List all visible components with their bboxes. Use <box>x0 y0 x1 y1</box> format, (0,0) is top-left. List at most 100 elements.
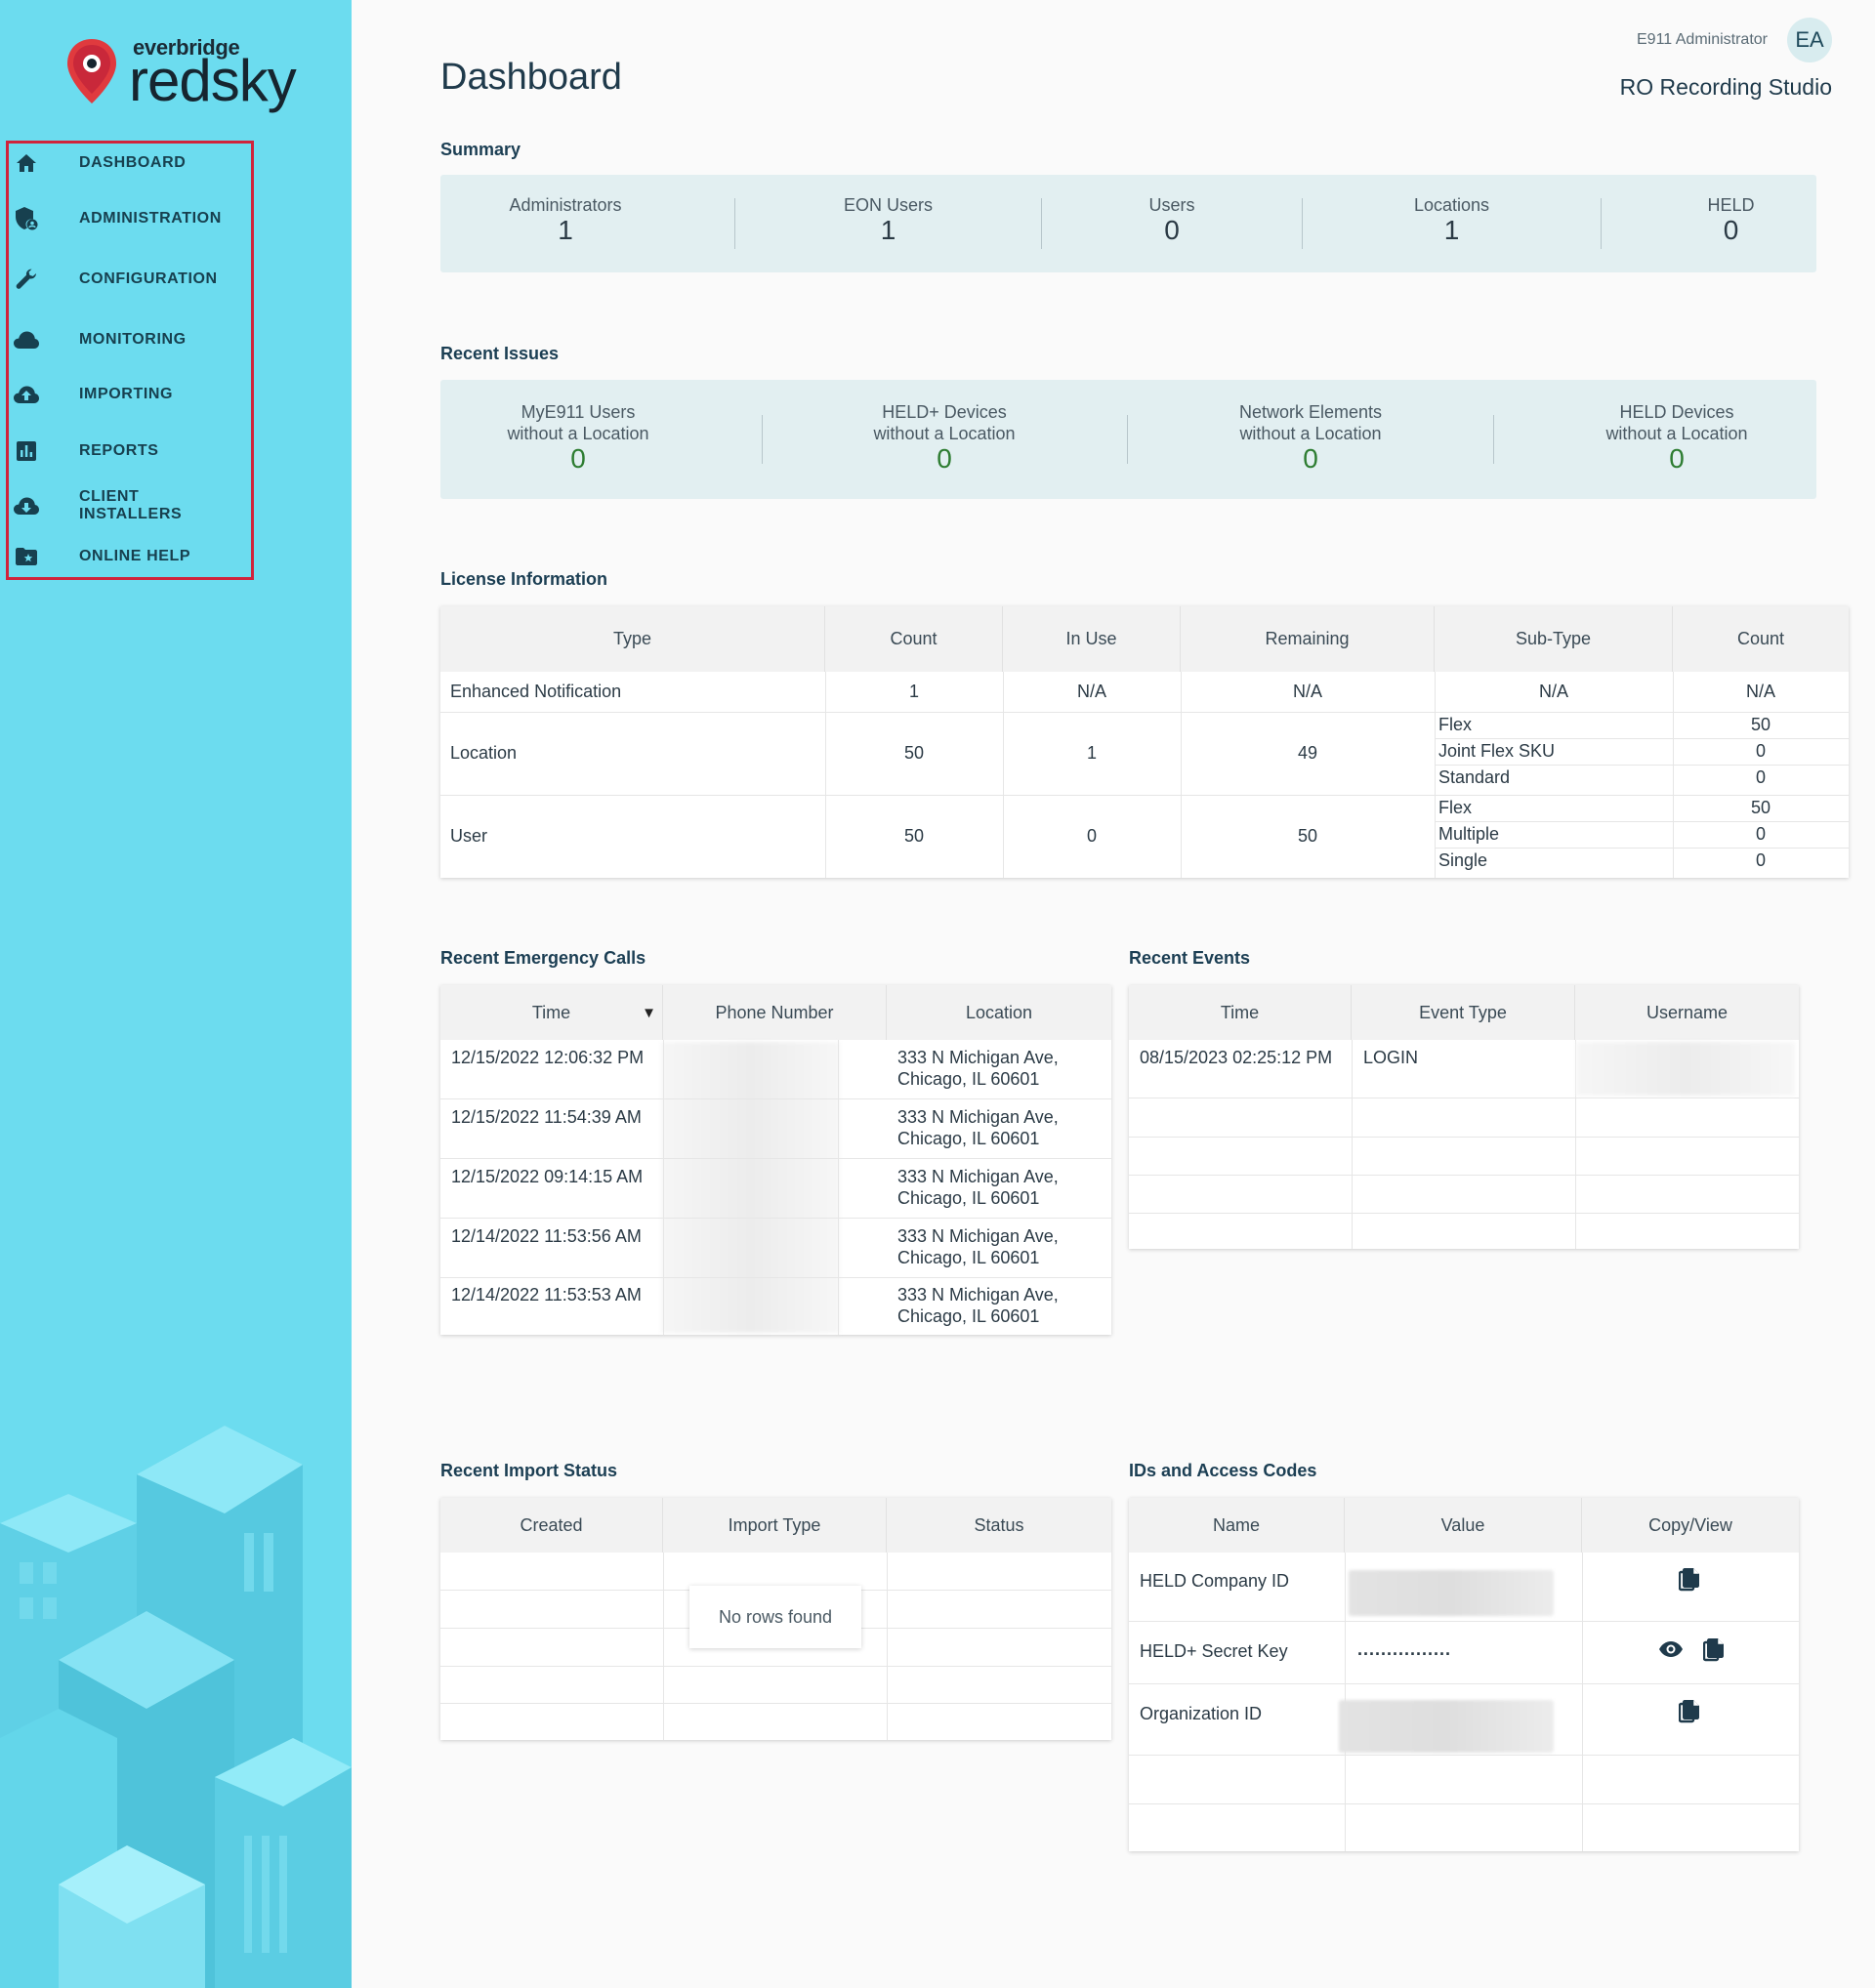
event-time: 08/15/2023 02:25:12 PM <box>1140 1048 1333 1067</box>
address-line: Chicago, IL 60601 <box>897 1069 1040 1089</box>
call-location: 333 N Michigan Ave, Chicago, IL 60601 <box>897 1106 1059 1149</box>
sidebar-item-importing[interactable]: IMPORTING <box>12 375 246 414</box>
sidebar-item-label: ONLINE HELP <box>79 548 191 564</box>
license-in-use: 1 <box>1086 743 1097 763</box>
organization-name[interactable]: RO Recording Studio <box>1620 74 1832 101</box>
issue-label: HELD+ Devices <box>882 402 1007 422</box>
recent-events-table: Time Event Type Username 08/15/2023 02:2… <box>1129 985 1799 1249</box>
copy-icon[interactable] <box>1701 1636 1727 1664</box>
logo[interactable]: everbridge redsky <box>64 35 299 113</box>
redacted-held-company-id <box>1349 1570 1554 1616</box>
license-count: 1 <box>908 682 919 701</box>
bar-chart-icon <box>12 436 41 466</box>
divider <box>1127 415 1128 464</box>
grid-line <box>440 1703 1111 1704</box>
column-header[interactable]: Status <box>887 1498 1111 1553</box>
recent-issues-title: Recent Issues <box>440 344 560 363</box>
avatar[interactable]: EA <box>1787 18 1832 62</box>
stat-value: 0 <box>1723 215 1739 245</box>
grid-line <box>838 1040 839 1335</box>
column-header[interactable]: Count <box>1673 606 1849 672</box>
license-subtype: Multiple <box>1438 824 1500 844</box>
address-line: 333 N Michigan Ave, <box>897 1285 1059 1305</box>
sidebar-item-online-help[interactable]: ONLINE HELP <box>12 537 246 576</box>
folder-star-icon <box>12 542 41 571</box>
license-title: License Information <box>440 569 608 589</box>
sidebar-item-configuration[interactable]: CONFIGURATION <box>12 260 246 299</box>
column-header[interactable]: Type <box>440 606 825 672</box>
sidebar-item-administration[interactable]: ADMINISTRATION <box>12 199 246 238</box>
grid-line <box>663 1040 664 1335</box>
redacted-username <box>1576 1042 1795 1096</box>
column-header[interactable]: Phone Number <box>663 985 887 1040</box>
column-header[interactable]: Name <box>1129 1498 1345 1553</box>
stat-value: 1 <box>558 215 573 245</box>
grid-line <box>1582 1553 1583 1851</box>
column-header[interactable]: Sub-Type <box>1435 606 1673 672</box>
user-role: E911 Administrator <box>1637 31 1768 48</box>
license-count: 50 <box>903 826 925 846</box>
column-header[interactable]: Count <box>825 606 1003 672</box>
column-header[interactable]: Value <box>1345 1498 1582 1553</box>
license-type: Location <box>450 743 518 763</box>
view-eye-icon[interactable] <box>1657 1638 1685 1660</box>
copy-icon[interactable] <box>1677 1566 1702 1594</box>
issue-network-elements: Network Elements without a Location 0 <box>1173 401 1448 474</box>
issue-label: without a Location <box>873 424 1016 443</box>
license-subtype: Flex <box>1438 715 1473 734</box>
sidebar: everbridge redsky DASHBOARD ADMINISTRATI… <box>0 0 352 1988</box>
issue-value: 0 <box>570 443 586 474</box>
license-subtype: Joint Flex SKU <box>1438 741 1556 761</box>
id-name: HELD+ Secret Key <box>1140 1641 1288 1661</box>
sidebar-item-reports[interactable]: REPORTS <box>12 432 246 471</box>
cloud-download-icon <box>12 491 41 520</box>
column-header[interactable]: Import Type <box>663 1498 887 1553</box>
grid-line <box>440 1277 1111 1278</box>
copy-icon[interactable] <box>1677 1698 1702 1725</box>
sort-desc-icon[interactable]: ▼ <box>642 1005 656 1021</box>
issue-value: 0 <box>1669 443 1685 474</box>
column-header[interactable]: Created <box>440 1498 663 1553</box>
brand-redsky: redsky <box>129 48 297 113</box>
address-line: 333 N Michigan Ave, <box>897 1226 1059 1246</box>
call-location: 333 N Michigan Ave, Chicago, IL 60601 <box>897 1166 1059 1209</box>
license-subtype-count: 0 <box>1755 741 1766 761</box>
masked-secret-key: ................ <box>1357 1639 1452 1659</box>
issue-label: without a Location <box>1605 424 1748 443</box>
column-header[interactable]: Username <box>1575 985 1799 1040</box>
column-header[interactable]: Event Type <box>1352 985 1575 1040</box>
column-header[interactable]: Location <box>887 985 1111 1040</box>
sidebar-item-label: ADMINISTRATION <box>79 210 222 227</box>
column-header[interactable]: Copy/View <box>1582 1498 1799 1553</box>
sidebar-item-label: CLIENT INSTALLERS <box>79 488 183 522</box>
column-header[interactable]: In Use <box>1003 606 1181 672</box>
sidebar-item-client-installers[interactable]: CLIENT INSTALLERS <box>12 486 246 525</box>
issue-value: 0 <box>1303 443 1318 474</box>
column-header[interactable]: Remaining <box>1181 606 1435 672</box>
sidebar-item-dashboard[interactable]: DASHBOARD <box>12 144 246 183</box>
sidebar-item-label: DASHBOARD <box>79 154 187 171</box>
call-time: 12/14/2022 11:53:56 AM <box>451 1226 642 1246</box>
grid-line <box>1129 1213 1799 1214</box>
issue-held-devices: HELD Devices without a Location 0 <box>1539 401 1814 474</box>
sidebar-item-label: MONITORING <box>79 331 187 348</box>
sidebar-item-label: IMPORTING <box>79 386 174 402</box>
address-line: Chicago, IL 60601 <box>897 1188 1040 1208</box>
stat-users: Users 0 <box>1042 194 1302 245</box>
emergency-calls-title: Recent Emergency Calls <box>440 948 646 968</box>
license-subtype: Standard <box>1438 767 1511 787</box>
issue-held-plus-devices: HELD+ Devices without a Location 0 <box>807 401 1082 474</box>
stat-label: HELD <box>1707 195 1755 215</box>
issue-label: Network Elements <box>1238 402 1383 422</box>
grid-line <box>1129 1683 1799 1684</box>
sidebar-item-label: CONFIGURATION <box>79 270 218 287</box>
address-line: 333 N Michigan Ave, <box>897 1167 1059 1186</box>
column-header[interactable]: Time <box>1129 985 1352 1040</box>
license-subtype-count: N/A <box>1745 682 1775 701</box>
grid-line <box>1129 1755 1799 1756</box>
column-header-time[interactable]: Time ▼ <box>440 985 663 1040</box>
sidebar-item-monitoring[interactable]: MONITORING <box>12 320 246 359</box>
stat-value: 0 <box>1164 215 1180 245</box>
license-type: User <box>450 826 488 846</box>
stat-label: Users <box>1148 195 1195 215</box>
